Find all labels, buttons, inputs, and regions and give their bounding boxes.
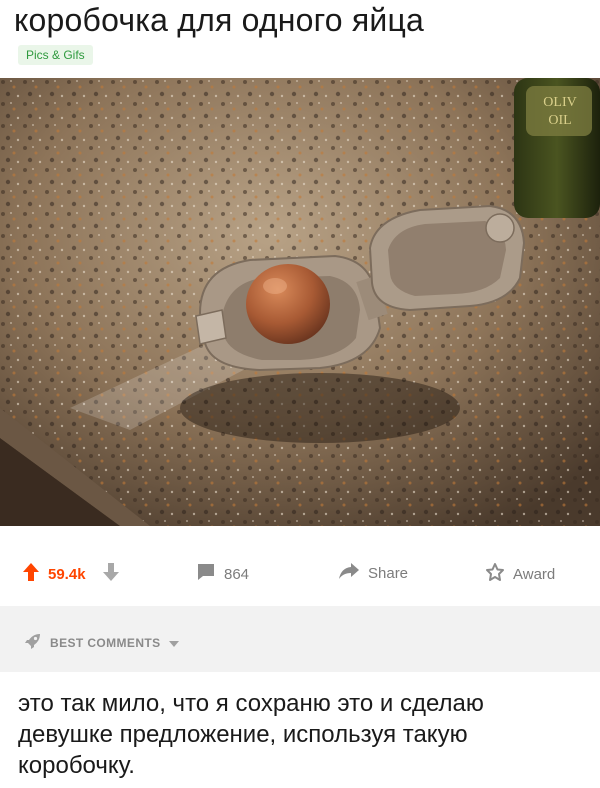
comment-count: 864: [224, 565, 250, 583]
comment-sort-bar: BEST COMMENTS: [0, 606, 600, 672]
action-bar: 59.4k 864 Share Award: [0, 548, 600, 596]
share-icon: [338, 562, 360, 584]
award-icon: [485, 562, 505, 586]
bottle-label-line1: OLIV: [543, 95, 576, 110]
share-label: Share: [368, 564, 409, 582]
award-button[interactable]: Award: [485, 562, 555, 586]
post-image[interactable]: OLIV OIL: [0, 78, 600, 526]
sort-label: BEST COMMENTS: [50, 635, 161, 650]
post-title: коробочка для одного яйца: [14, 2, 425, 38]
rocket-icon: [24, 632, 42, 653]
comment-icon: [196, 562, 216, 586]
share-button[interactable]: Share: [338, 562, 408, 584]
bottle-label-line2: OIL: [548, 113, 571, 128]
flair-badge[interactable]: Pics & Gifs: [18, 45, 93, 65]
vote-count: 59.4k: [48, 565, 86, 583]
downvote-icon[interactable]: [102, 562, 120, 586]
comments-button[interactable]: 864: [196, 562, 249, 586]
vote-control: 59.4k: [22, 562, 120, 586]
comment-sort-dropdown[interactable]: BEST COMMENTS: [24, 632, 179, 653]
award-label: Award: [513, 565, 556, 583]
chevron-down-icon: [168, 636, 179, 650]
comment-text: это так мило, что я сохраню это и сделаю…: [18, 690, 484, 779]
upvote-icon[interactable]: [22, 562, 40, 586]
